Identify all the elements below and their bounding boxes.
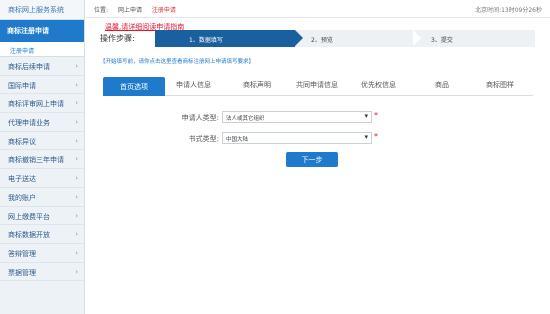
tab-trademark-declaration[interactable]: 商标声明 (243, 80, 271, 90)
tab-trademark-image[interactable]: 商标图样 (486, 80, 514, 90)
sidebar-item-label: 商标数据开放 (8, 231, 50, 240)
beijing-clock: 北京时间:13时09分26秒 (475, 7, 542, 14)
sidebar-item[interactable]: 商标评审网上申请 › (0, 94, 84, 114)
sidebar-item[interactable]: 商标异议 › (0, 132, 84, 151)
sidebar-item-label: 我的账户 (8, 193, 36, 202)
tab-joint-application[interactable]: 共同申请信息 (296, 80, 338, 90)
breadcrumb-item-online-application[interactable]: 网上申请 (118, 7, 142, 14)
chevron-right-icon: › (75, 118, 78, 127)
step-data-entry: 1、数据填写 (155, 30, 303, 47)
sidebar-item-label: 商标后续申请 (8, 63, 50, 71)
breadcrumb-item-current: 注册申请 (151, 7, 176, 14)
filling-requirements-link[interactable]: 【开始填写前，请你点击这里查看商标注册网上申请填写要求】 (100, 57, 254, 65)
chevron-right-icon: › (75, 155, 78, 164)
sidebar-item[interactable]: 答辩管理 › (0, 244, 84, 263)
sidebar-item-trademark-registration[interactable]: 商标注册申请 (0, 20, 84, 42)
chevron-right-icon: › (75, 230, 78, 239)
sidebar-item-label: 电子送达 (8, 175, 36, 184)
topbar: 位置: 网上申请 注册申请 北京时间:13时09分26秒 (86, 0, 550, 18)
breadcrumb-position-label: 位置: (94, 7, 109, 14)
sidebar-item[interactable]: 国际申请 › (0, 76, 84, 95)
document-type-select[interactable]: 中国大陆 ▾ (222, 132, 372, 144)
tab-home-options[interactable]: 首页选项 (103, 77, 165, 96)
chevron-right-icon: › (75, 62, 78, 70)
form-area: 申请人类型: 法人或其它组织 ▾ * 书式类型: 中国大陆 ▾ * 下一步 (103, 97, 533, 287)
chevron-right-icon: › (75, 211, 78, 220)
required-marker: * (374, 132, 378, 141)
sidebar-item-label: 商标异议 (8, 137, 36, 146)
chevron-right-icon: › (75, 99, 78, 108)
applicant-type-select[interactable]: 法人或其它组织 ▾ (222, 111, 372, 123)
tab-priority-info[interactable]: 优先权信息 (361, 80, 396, 90)
applicant-type-label: 申请人类型: (181, 114, 219, 122)
sidebar-subitem-registration-application[interactable]: 注册申请 (0, 42, 84, 57)
chevron-right-icon: › (75, 174, 78, 183)
step-submit: 3、提交 (431, 37, 453, 44)
sidebar-item[interactable]: 我的账户 › (0, 188, 84, 207)
chevron-down-icon: ▾ (364, 133, 368, 141)
form-tabs: 首页选项 申请人信息 商标声明 共同申请信息 优先权信息 商品 商标图样 (103, 77, 533, 96)
sidebar-item[interactable]: 商标后续申请 › (0, 57, 84, 76)
document-type-label: 书式类型: (188, 135, 219, 143)
applicant-type-value: 法人或其它组织 (226, 116, 265, 122)
sidebar-item-label: 票据管理 (8, 268, 36, 277)
sidebar-item-label: 商标撤销三年申请 (8, 156, 64, 165)
chevron-right-icon: › (75, 80, 78, 89)
tab-goods[interactable]: 商品 (435, 80, 449, 90)
next-step-button[interactable]: 下一步 (286, 152, 338, 167)
progress-steps: 1、数据填写 2、预览 3、提交 (155, 30, 535, 47)
chevron-right-icon: › (75, 136, 78, 145)
steps-label: 操作步骤: (100, 34, 135, 43)
chevron-right-icon: › (75, 248, 78, 257)
sidebar-item[interactable]: 商标撤销三年申请 › (0, 150, 84, 170)
sidebar-item-label: 国际申请 (8, 81, 36, 90)
chevron-right-icon: › (75, 267, 78, 276)
sidebar-item[interactable]: 网上缴费平台 › (0, 207, 84, 226)
required-marker: * (374, 111, 378, 120)
sidebar-item[interactable]: 票据管理 › (0, 263, 84, 282)
sidebar-item-label: 代理申请业务 (8, 119, 50, 128)
sidebar-item[interactable]: 代理申请业务 › (0, 113, 84, 132)
sidebar-item-label: 网上缴费平台 (8, 212, 50, 221)
sidebar-title: 商标网上服务系统 (0, 0, 84, 20)
document-type-value: 中国大陆 (226, 137, 249, 143)
step-preview: 2、预览 (303, 30, 421, 47)
tab-applicant-info[interactable]: 申请人信息 (176, 80, 211, 90)
chevron-right-icon: › (75, 192, 78, 201)
sidebar: 商标网上服务系统 商标注册申请 注册申请 商标后续申请 › 国际申请 › 商标评审网… (0, 0, 85, 314)
sidebar-item[interactable]: 商标数据开放 › (0, 225, 84, 244)
sidebar-item-label: 商标评审网上申请 (8, 100, 64, 109)
breadcrumb: 位置: 网上申请 注册申请 (94, 5, 176, 14)
sidebar-item-label: 答辩管理 (8, 249, 36, 258)
sidebar-item[interactable]: 电子送达 › (0, 169, 84, 188)
chevron-down-icon: ▾ (364, 112, 368, 120)
